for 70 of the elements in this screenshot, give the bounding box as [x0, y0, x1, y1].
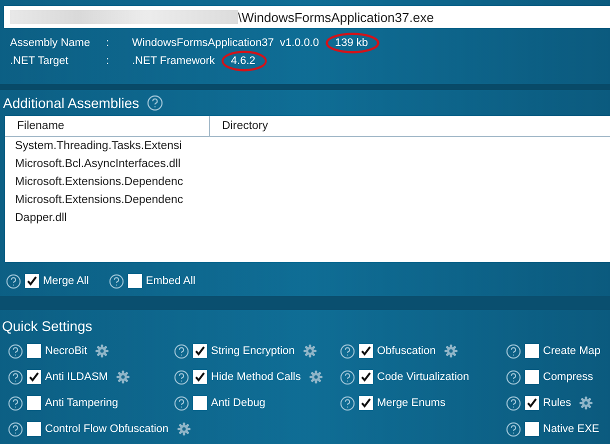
checkbox-label[interactable]: Rules: [543, 397, 572, 409]
filename-cell[interactable]: Dapper.dll: [15, 212, 67, 224]
checkbox-label[interactable]: Hide Method Calls: [211, 371, 301, 383]
info-label: Assembly Name: [10, 37, 92, 49]
checkbox-label[interactable]: Anti Tampering: [45, 397, 118, 409]
info-value: WindowsFormsApplication37: [132, 37, 274, 49]
file-path-field[interactable]: \WindowsFormsApplication37.exe: [4, 6, 610, 28]
checkbox[interactable]: [193, 370, 207, 384]
help-icon[interactable]: [8, 422, 23, 436]
checkbox[interactable]: [525, 370, 539, 384]
checkbox-label[interactable]: Merge Enums: [377, 397, 446, 409]
checkbox-label[interactable]: Code Virtualization: [377, 371, 470, 383]
info-value: 4.6.2: [230, 55, 256, 67]
checkbox-label[interactable]: Create Map: [543, 345, 600, 357]
column-header[interactable]: Directory: [210, 116, 268, 136]
settings-icon[interactable]: [116, 370, 130, 384]
help-icon[interactable]: [108, 274, 124, 288]
help-icon[interactable]: [8, 344, 23, 358]
checkbox[interactable]: [359, 396, 373, 410]
checkbox-label[interactable]: Compress: [543, 371, 594, 383]
info-value: 139 kb: [334, 37, 368, 49]
info-label: .NET Target: [10, 55, 70, 67]
info-value: .NET Framework: [132, 55, 215, 67]
settings-icon[interactable]: [579, 396, 594, 410]
checkbox[interactable]: [359, 344, 373, 358]
separator: :: [106, 37, 110, 49]
filename-cell[interactable]: Microsoft.Bcl.AsyncInterfaces.dll: [15, 158, 181, 170]
help-icon[interactable]: [506, 422, 521, 436]
checkbox[interactable]: [25, 274, 39, 288]
version-text: v1.0.0.0: [280, 37, 319, 49]
settings-icon[interactable]: [95, 344, 110, 358]
checkbox[interactable]: [359, 370, 373, 384]
help-icon[interactable]: [506, 370, 521, 384]
checkbox[interactable]: [27, 370, 41, 384]
checkbox-label[interactable]: NecroBit: [45, 345, 88, 357]
checkbox-label[interactable]: Anti Debug: [211, 397, 266, 409]
checkbox-label[interactable]: Control Flow Obfuscation: [45, 423, 168, 435]
checkbox[interactable]: [128, 274, 142, 288]
settings-icon[interactable]: [176, 422, 190, 436]
filename-cell[interactable]: Microsoft.Extensions.Dependenc: [15, 176, 184, 188]
help-icon[interactable]: [6, 274, 21, 288]
section-title: Quick Settings: [2, 317, 94, 336]
checkbox-label[interactable]: Obfuscation: [377, 345, 436, 357]
checkbox-label[interactable]: Anti ILDASM: [45, 371, 108, 383]
settings-icon[interactable]: [302, 344, 317, 358]
checkbox[interactable]: [27, 422, 41, 436]
section-title: Additional Assemblies: [3, 95, 140, 111]
checkbox-label[interactable]: Native EXE: [543, 423, 600, 435]
checkbox-label[interactable]: String Encryption: [211, 345, 295, 357]
separator: :: [106, 55, 110, 67]
help-icon[interactable]: [8, 396, 23, 410]
settings-icon[interactable]: [444, 344, 458, 358]
checkbox[interactable]: [525, 422, 539, 436]
help-icon[interactable]: [8, 370, 23, 384]
help-icon[interactable]: [147, 95, 164, 111]
checkbox[interactable]: [193, 396, 207, 410]
checkbox[interactable]: [525, 396, 539, 410]
help-icon[interactable]: [506, 396, 521, 410]
filename-cell[interactable]: System.Threading.Tasks.Extensi: [15, 140, 182, 152]
checkbox[interactable]: [525, 344, 539, 358]
column-header[interactable]: Filename: [5, 116, 210, 136]
help-icon[interactable]: [506, 344, 521, 358]
filename-cell[interactable]: Microsoft.Extensions.Dependenc: [15, 194, 184, 206]
checkbox-label[interactable]: Embed All: [146, 275, 196, 287]
checkbox-label[interactable]: Merge All: [43, 275, 89, 287]
checkbox[interactable]: [27, 396, 41, 410]
checkbox[interactable]: [193, 344, 207, 358]
settings-icon[interactable]: [308, 370, 323, 384]
checkbox[interactable]: [27, 344, 41, 358]
help-icon[interactable]: [174, 396, 189, 410]
